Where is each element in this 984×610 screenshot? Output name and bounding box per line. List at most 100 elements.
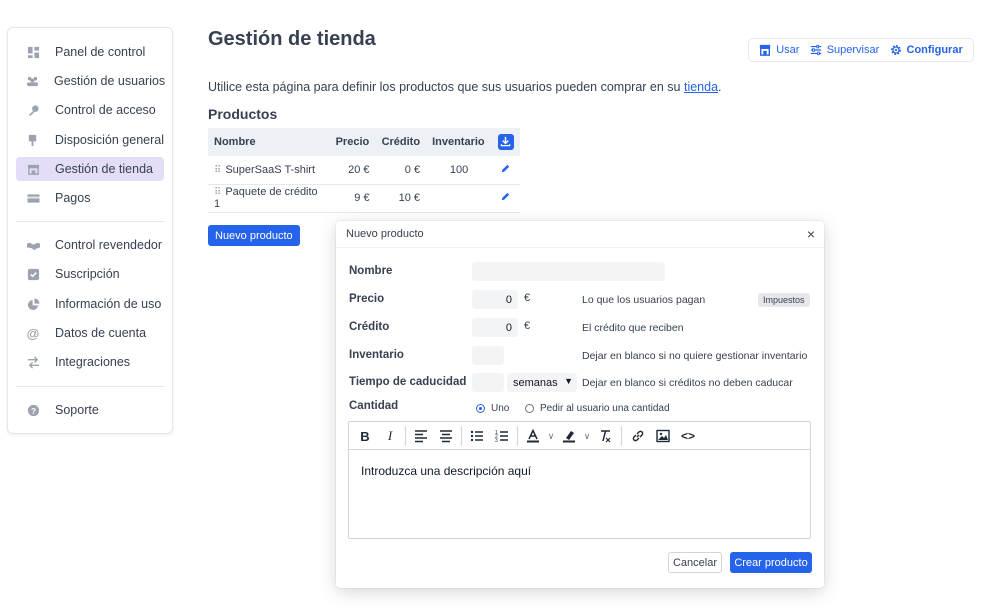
create-product-button[interactable]: Crear producto — [730, 552, 812, 573]
sidebar-item-label: Panel de control — [55, 45, 146, 59]
table-header-row: Nombre Precio Crédito Inventario — [208, 128, 520, 156]
product-name-cell: ⠿ SuperSaaS T-shirt — [208, 156, 330, 185]
price-field[interactable] — [472, 290, 518, 309]
sidebar-divider — [16, 386, 164, 387]
drag-handle-icon[interactable]: ⠿ — [214, 165, 221, 176]
price-help: Lo que los usuarios pagan — [582, 294, 706, 306]
expiry-label: Tiempo de caducidad — [349, 376, 467, 388]
name-label: Nombre — [349, 265, 393, 277]
sidebar-item-label: Suscripción — [55, 267, 120, 281]
sidebar: Panel de control Gestión de usuarios Con… — [7, 27, 173, 434]
cancel-button[interactable]: Cancelar — [668, 552, 722, 573]
sidebar-divider — [16, 221, 164, 222]
sidebar-item-label: Datos de cuenta — [55, 326, 147, 340]
image-icon[interactable] — [655, 428, 671, 444]
sidebar-item-store[interactable]: Gestión de tienda — [16, 157, 164, 181]
sidebar-item-support[interactable]: ? Soporte — [16, 398, 164, 422]
product-price: 20 € — [329, 156, 376, 185]
numbered-list-icon[interactable]: 123 — [494, 428, 510, 444]
sidebar-item-usage[interactable]: Información de uso — [16, 292, 164, 316]
sidebar-item-users[interactable]: Gestión de usuarios — [16, 69, 166, 93]
italic-icon[interactable]: I — [382, 428, 398, 444]
clear-format-icon[interactable] — [597, 428, 613, 444]
configure-mode-label: Configurar — [906, 44, 963, 56]
code-icon[interactable]: <> — [680, 428, 696, 444]
handshake-icon — [26, 238, 40, 252]
text-color-icon[interactable] — [525, 428, 541, 444]
align-left-icon[interactable] — [413, 428, 429, 444]
supervise-mode-label: Supervisar — [826, 44, 880, 56]
editor-content[interactable]: Introduzca una descripción aquí — [361, 464, 531, 478]
drag-handle-icon[interactable]: ⠿ — [214, 187, 221, 198]
table-row[interactable]: ⠿ SuperSaaS T-shirt 20 € 0 € 100 — [208, 156, 520, 185]
radio-selected-icon — [476, 404, 485, 413]
radio-unselected-icon — [525, 404, 534, 413]
sidebar-item-subscription[interactable]: Suscripción — [16, 262, 164, 286]
bold-icon[interactable]: B — [357, 428, 373, 444]
dashboard-icon — [26, 45, 40, 59]
pencil-icon[interactable] — [500, 164, 511, 177]
credit-help: El crédito que reciben — [582, 322, 684, 334]
table-row[interactable]: ⠿ Paquete de crédito 1 9 € 10 € — [208, 184, 520, 213]
arrows-icon — [26, 355, 40, 369]
highlight-icon[interactable] — [561, 428, 577, 444]
layout-icon — [26, 133, 40, 147]
link-icon[interactable] — [630, 428, 646, 444]
quantity-ask-radio[interactable]: Pedir al usuario una cantidad — [525, 403, 670, 414]
sidebar-item-dashboard[interactable]: Panel de control — [16, 40, 164, 64]
product-name: Paquete de crédito 1 — [214, 186, 318, 210]
store-link[interactable]: tienda — [684, 80, 718, 94]
quantity-label: Cantidad — [349, 400, 399, 412]
use-mode-label: Usar — [776, 44, 800, 56]
supervise-mode-button[interactable]: Supervisar — [810, 44, 880, 56]
configure-mode-button[interactable]: Configurar — [890, 44, 963, 56]
expiry-unit-value: semanas — [513, 376, 558, 389]
credit-field[interactable] — [472, 318, 518, 337]
quantity-one-radio[interactable]: Uno — [476, 403, 509, 414]
column-price: Precio — [329, 128, 376, 156]
product-credit: 0 € — [375, 156, 427, 185]
product-inventory — [426, 184, 492, 213]
align-center-icon[interactable] — [438, 428, 454, 444]
sidebar-item-reseller[interactable]: Control revendedor — [16, 233, 164, 257]
product-credit: 10 € — [375, 184, 427, 213]
new-product-button[interactable]: Nuevo producto — [208, 225, 300, 246]
product-inventory: 100 — [426, 156, 492, 185]
sidebar-item-label: Integraciones — [55, 355, 131, 369]
download-button[interactable] — [497, 133, 514, 150]
toolbar-divider — [517, 426, 518, 446]
expiry-field[interactable] — [472, 373, 504, 392]
column-inventory: Inventario — [426, 128, 492, 156]
close-icon[interactable]: × — [807, 226, 815, 242]
new-product-dialog: Nuevo producto × Nombre Precio € Lo que … — [336, 221, 824, 588]
dialog-title: Nuevo producto — [346, 228, 424, 240]
products-heading: Productos — [208, 106, 278, 122]
use-mode-button[interactable]: Usar — [759, 44, 799, 56]
name-field[interactable] — [472, 262, 665, 281]
pencil-icon[interactable] — [500, 192, 511, 205]
sidebar-item-label: Gestión de usuarios — [54, 74, 166, 88]
sidebar-item-integrations[interactable]: Integraciones — [16, 350, 164, 374]
sidebar-item-account[interactable]: @ Datos de cuenta — [16, 321, 164, 345]
sidebar-item-access-control[interactable]: Control de acceso — [16, 98, 164, 122]
toolbar-divider — [621, 426, 622, 446]
inventory-field[interactable] — [472, 346, 504, 365]
sidebar-item-label: Pagos — [55, 191, 91, 205]
users-icon — [26, 74, 39, 88]
quantity-one-label: Uno — [491, 403, 510, 414]
chevron-down-icon[interactable]: ∨ — [579, 428, 595, 444]
column-name: Nombre — [208, 128, 330, 156]
pie-chart-icon — [26, 297, 40, 311]
sidebar-item-layout[interactable]: Disposición general — [16, 128, 164, 152]
store-icon — [760, 44, 771, 56]
expiry-unit-select[interactable]: semanas ▼ — [507, 373, 577, 392]
chevron-down-icon[interactable]: ∨ — [543, 428, 559, 444]
description-editor: B I 123 ∨ ∨ <> Introduzca una descripció… — [348, 421, 811, 539]
sidebar-item-payments[interactable]: Pagos — [16, 186, 164, 210]
svg-text:?: ? — [30, 405, 35, 415]
bullet-list-icon[interactable] — [469, 428, 485, 444]
at-icon: @ — [26, 325, 40, 341]
toolbar-divider — [461, 426, 462, 446]
store-icon — [26, 162, 40, 176]
tax-badge[interactable]: Impuestos — [758, 293, 810, 307]
